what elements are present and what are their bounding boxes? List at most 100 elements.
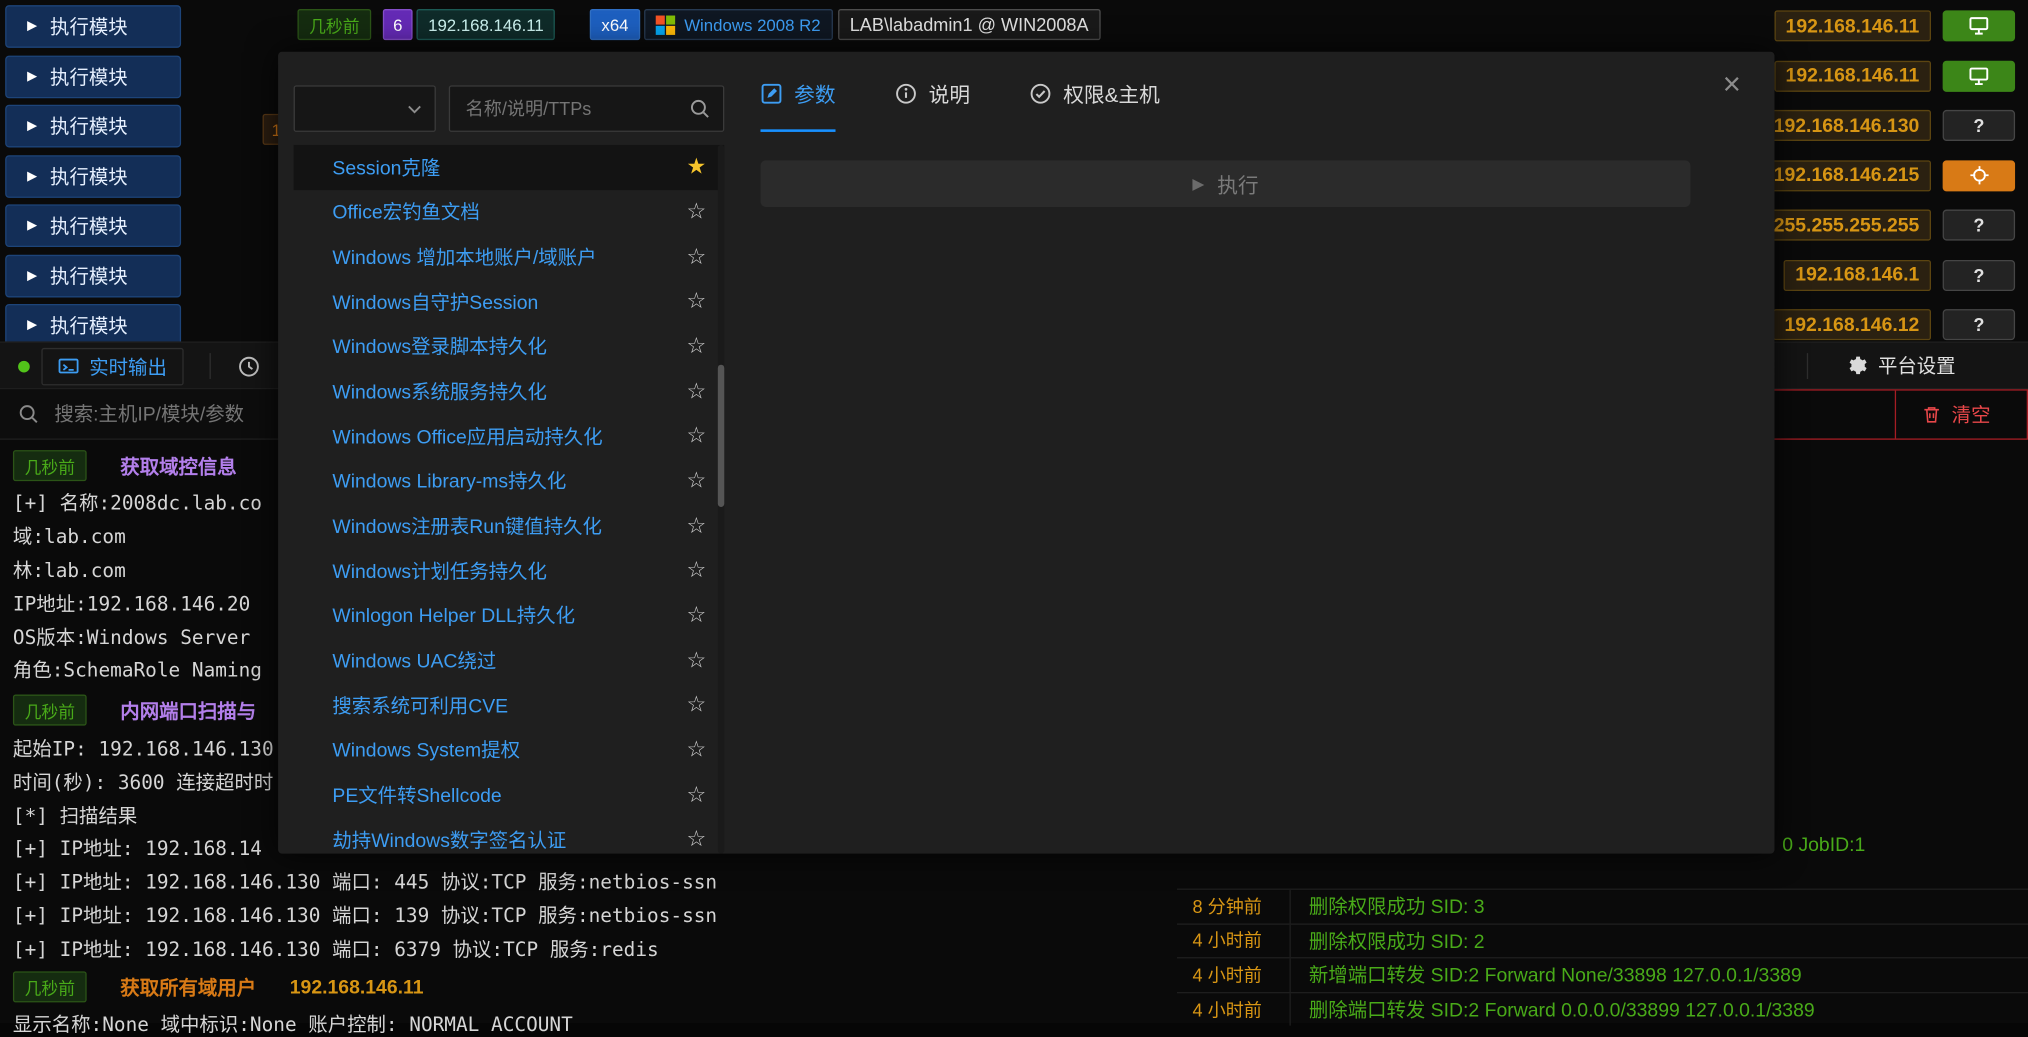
event-message: 删除权限成功 SID: 3 [1291, 893, 1485, 920]
favorite-star-icon[interactable]: ☆ [686, 737, 706, 763]
log-time-badge: 几秒前 [13, 695, 87, 726]
favorite-star-icon[interactable]: ☆ [686, 244, 706, 270]
execute-module-label: 执行模块 [50, 312, 128, 339]
platform-settings-button[interactable]: 平台设置 [1846, 343, 1956, 388]
unknown-host-button[interactable]: ? [1943, 309, 2015, 340]
favorite-star-icon[interactable]: ☆ [686, 827, 706, 853]
unknown-host-button[interactable]: ? [1943, 259, 2015, 290]
play-icon: ▶ [27, 169, 37, 183]
log-module-title: 获取域控信息 [120, 452, 236, 479]
log-line: 显示名称:None 域中标识:None 账户控制: NORMAL ACCOUNT [13, 1010, 573, 1037]
host-ip-badge: 192.168.146.12 [1773, 309, 1931, 340]
module-list-item[interactable]: Windows自守护Session ☆ [294, 279, 725, 324]
monitor-icon [1969, 16, 1990, 37]
favorite-star-icon[interactable]: ☆ [686, 289, 706, 315]
log-line: IP地址:192.168.146.20 [13, 590, 250, 617]
module-list: Session克隆★ Office宏钓鱼文档☆ Windows 增加本地账户/域… [294, 145, 725, 854]
clear-output-label: 清空 [1952, 401, 1991, 428]
unknown-host-button[interactable]: ? [1943, 110, 2015, 141]
favorite-star-icon[interactable]: ☆ [686, 468, 706, 494]
tab-description[interactable]: 说明 [895, 78, 970, 130]
module-list-item[interactable]: Windows UAC绕过 ☆ [294, 638, 725, 683]
open-session-button[interactable] [1943, 10, 2015, 41]
module-search-input[interactable] [450, 98, 689, 119]
host-ip-badge: 255.255.255.255 [1762, 210, 1931, 241]
close-icon[interactable]: × [1723, 70, 1741, 101]
chevron-down-icon [407, 104, 421, 113]
tab-parameters[interactable]: 参数 [760, 78, 835, 132]
execute-module-button[interactable]: ▶执行模块 [5, 105, 181, 148]
favorite-star-icon[interactable]: ☆ [686, 647, 706, 673]
play-icon: ▶ [27, 69, 37, 83]
module-list-item[interactable]: Windows计划任务持久化☆ [294, 548, 725, 593]
favorite-star-icon[interactable]: ☆ [686, 513, 706, 539]
question-icon: ? [1973, 264, 1984, 285]
windows-logo-icon [656, 15, 675, 34]
play-icon: ▶ [27, 119, 37, 133]
execute-module-label: 执行模块 [50, 262, 128, 289]
module-name: Windows UAC绕过 [332, 647, 496, 674]
history-clock-icon[interactable] [238, 356, 260, 378]
unknown-host-button[interactable]: ? [1943, 210, 2015, 241]
search-icon [18, 404, 39, 425]
module-list-item[interactable]: PE文件转Shellcode☆ [294, 772, 725, 817]
module-list-item[interactable]: Windows注册表Run键值持久化☆ [294, 503, 725, 548]
module-name: Winlogon Helper DLL持久化 [332, 602, 575, 629]
search-icon[interactable] [689, 98, 710, 119]
module-list-item[interactable]: 搜索系统可利用CVE ☆ [294, 683, 725, 728]
favorite-star-icon[interactable]: ☆ [686, 782, 706, 808]
target-host-button[interactable] [1943, 160, 2015, 191]
tab-permissions-hosts[interactable]: 权限&主机 [1030, 78, 1160, 130]
execute-module-label: 执行模块 [50, 162, 128, 189]
event-message: 新增端口转发 SID:2 Forward None/33898 127.0.0.… [1291, 962, 1802, 989]
module-list-item[interactable]: Windows Library-ms持久化☆ [294, 459, 725, 504]
execute-button[interactable]: ▶ 执行 [760, 160, 1690, 207]
host-ip-badge: 192.168.146.11 [1774, 10, 1931, 41]
execute-module-button[interactable]: ▶执行模块 [5, 55, 181, 98]
module-list-item[interactable]: Session克隆★ [294, 145, 725, 190]
question-icon: ? [1973, 314, 1984, 335]
event-time: 4 小时前 [1177, 924, 1291, 957]
favorite-star-icon[interactable]: ☆ [686, 334, 706, 360]
module-name: Windows自守护Session [332, 288, 538, 315]
tab-realtime-output[interactable]: 实时输出 [41, 348, 183, 386]
execute-module-button[interactable]: ▶执行模块 [5, 5, 181, 48]
module-list-item[interactable]: Windows Office应用启动持久化☆ [294, 414, 725, 459]
module-list-item[interactable]: Windows系统服务持久化☆ [294, 369, 725, 414]
host-ip-badge: 192.168.146.130 [1762, 110, 1931, 141]
execute-module-button[interactable]: ▶执行模块 [5, 254, 181, 297]
module-category-select[interactable] [294, 85, 436, 132]
clear-output-button[interactable]: 清空 [1895, 391, 2027, 439]
favorite-star-icon[interactable]: ☆ [686, 692, 706, 718]
favorite-star-icon[interactable]: ☆ [686, 423, 706, 449]
execute-module-button[interactable]: ▶ 执行模块 [5, 155, 181, 198]
favorite-star-icon[interactable]: ☆ [686, 378, 706, 404]
module-name: 搜索系统可利用CVE [332, 692, 508, 719]
module-name: Windows 增加本地账户/域账户 [332, 243, 596, 270]
tab-description-label: 说明 [929, 78, 970, 109]
session-ip-badge: 192.168.146.11 [416, 9, 555, 40]
module-list-scrollbar[interactable] [718, 145, 724, 854]
play-icon: ▶ [1192, 175, 1204, 193]
favorite-star-icon[interactable]: ☆ [686, 199, 706, 225]
favorite-star-icon[interactable]: ☆ [686, 558, 706, 584]
log-module-title: 获取所有域用户 [120, 973, 256, 1000]
online-status-dot [18, 361, 30, 373]
event-time: 4 小时前 [1177, 993, 1291, 1026]
event-log-list: 8 分钟前 删除权限成功 SID: 3 4 小时前 删除权限成功 SID: 2 … [1177, 889, 2028, 1027]
module-name: Windows System提权 [332, 736, 520, 763]
module-list-item[interactable]: Windows登录脚本持久化☆ [294, 324, 725, 369]
favorite-star-icon[interactable]: ☆ [686, 603, 706, 629]
module-list-item[interactable]: Winlogon Helper DLL持久化 ☆ [294, 593, 725, 638]
module-list-item[interactable]: 劫持Windows数字签名认证☆ [294, 817, 725, 853]
execute-module-button[interactable]: ▶执行模块 [5, 304, 181, 347]
event-log-row: 8 分钟前 删除权限成功 SID: 3 [1177, 889, 2028, 923]
scrollbar-thumb[interactable] [718, 365, 724, 507]
favorite-star-icon[interactable]: ★ [686, 154, 706, 180]
module-list-item[interactable]: Windows 增加本地账户/域账户 ☆ [294, 235, 725, 280]
log-line: [+] IP地址: 192.168.146.130 端口: 6379 协议:TC… [13, 935, 659, 962]
execute-module-button[interactable]: ▶执行模块 [5, 204, 181, 247]
open-session-button[interactable] [1943, 60, 2015, 91]
module-list-item[interactable]: Office宏钓鱼文档☆ [294, 190, 725, 235]
module-list-item[interactable]: Windows System提权 ☆ [294, 728, 725, 773]
